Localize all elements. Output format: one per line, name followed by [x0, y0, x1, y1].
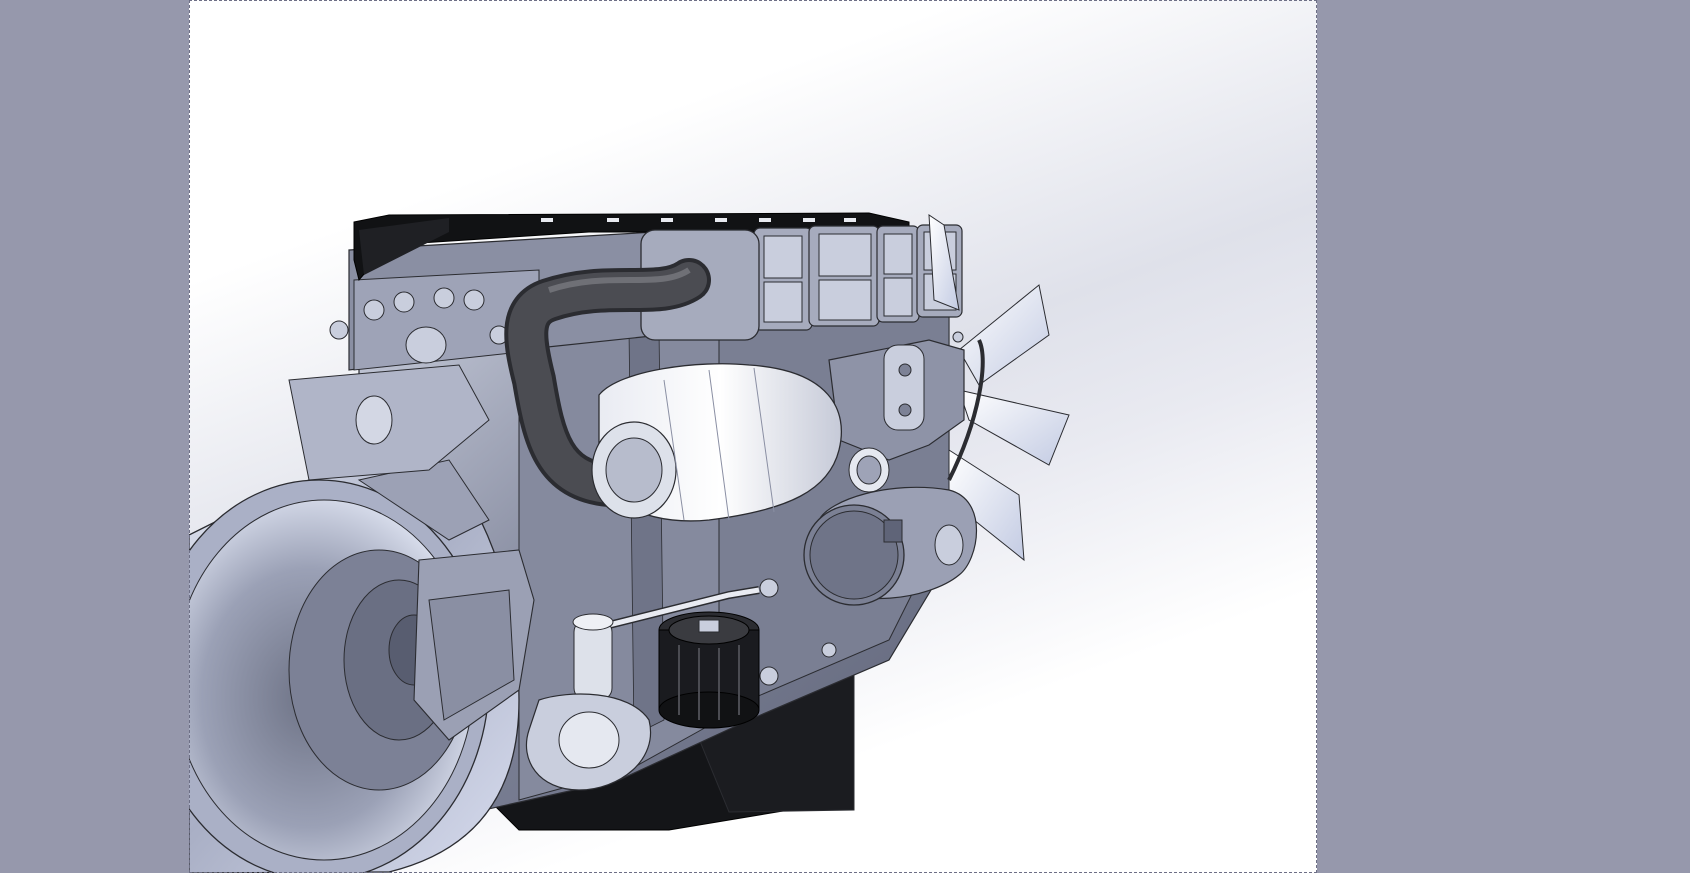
engine-model[interactable] [189, 0, 1317, 873]
oil-filter[interactable] [658, 611, 760, 729]
graphics-viewport[interactable] [189, 0, 1317, 873]
